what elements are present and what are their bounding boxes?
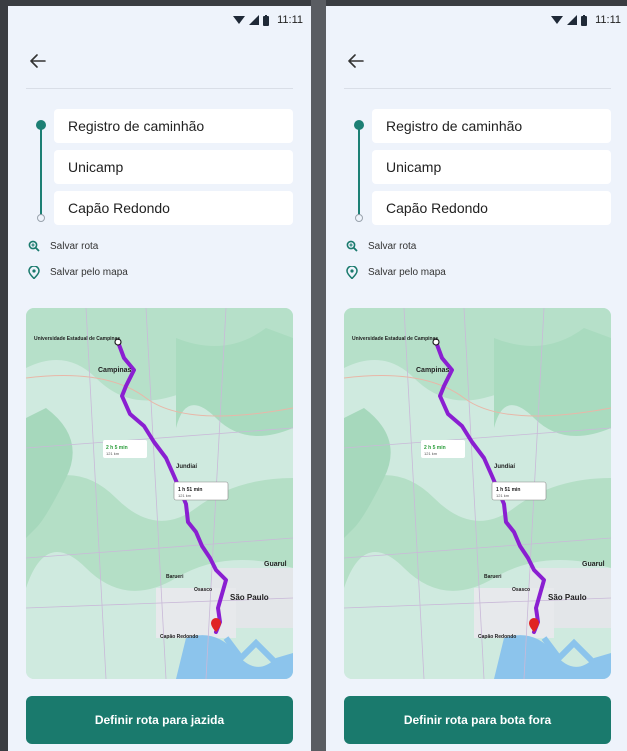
map-label-guarulhos: Guarul [264, 561, 287, 568]
screen-divider [311, 0, 326, 751]
signal-icon [249, 15, 260, 25]
destination-field[interactable]: Capão Redondo [54, 191, 293, 225]
map-canvas: Universidade Estadual de Campinas Campin… [26, 308, 293, 679]
map-label-jundiai: Jundiaí [176, 464, 197, 470]
map-label-campinas: Campinas [416, 367, 450, 374]
route-map[interactable]: Universidade Estadual de Campinas Campin… [344, 308, 611, 679]
origin-field[interactable]: Unicamp [372, 150, 611, 184]
status-time: 11:11 [277, 14, 303, 26]
route-title-field[interactable]: Registro de caminhão [372, 109, 611, 143]
map-label-campinas: Campinas [98, 367, 132, 374]
search-zoom-icon [28, 240, 40, 252]
save-by-map-button[interactable]: Salvar pelo mapa [8, 259, 311, 285]
wifi-icon [233, 15, 246, 25]
destination-field[interactable]: Capão Redondo [372, 191, 611, 225]
map-label-sao-paulo: São Paulo [548, 593, 587, 602]
route-inputs: Registro de caminhão Unicamp Capão Redon… [8, 109, 311, 229]
save-by-map-label: Salvar pelo mapa [368, 266, 446, 278]
route-map[interactable]: Universidade Estadual de Campinas Campin… [26, 308, 293, 679]
status-bar: 11:11 [326, 6, 627, 34]
map-label-capao: Capão Redondo [160, 634, 198, 640]
save-route-label: Salvar rota [50, 240, 99, 252]
map-label-eta2-dist: 121 km [178, 493, 192, 498]
origin-field[interactable]: Unicamp [54, 150, 293, 184]
route-timeline [354, 120, 364, 222]
battery-icon [581, 14, 588, 26]
arrow-left-icon [30, 54, 46, 68]
save-by-map-label: Salvar pelo mapa [50, 266, 128, 278]
map-label-barueri: Barueri [484, 574, 502, 580]
route-inputs: Registro de caminhão Unicamp Capão Redon… [326, 109, 627, 229]
save-by-map-button[interactable]: Salvar pelo mapa [326, 259, 627, 285]
map-label-eta1-dist: 121 km [106, 451, 120, 456]
map-canvas: Universidade Estadual de Campinas Campin… [344, 308, 611, 679]
map-label-osasco: Osasco [512, 587, 530, 593]
map-label-barueri: Barueri [166, 574, 184, 580]
phone-screen-jazida: 11:11 Registro de caminhão Unicamp Capão… [8, 6, 311, 751]
map-label-capao: Capão Redondo [478, 634, 516, 640]
map-label-sao-paulo: São Paulo [230, 593, 269, 602]
route-title-field[interactable]: Registro de caminhão [54, 109, 293, 143]
route-timeline [36, 120, 46, 222]
top-bar [8, 34, 311, 88]
search-zoom-icon [346, 240, 358, 252]
save-route-button[interactable]: Salvar rota [8, 233, 311, 259]
top-bar [326, 34, 627, 88]
status-bar: 11:11 [8, 6, 311, 34]
set-route-bota-fora-button[interactable]: Definir rota para bota fora [344, 696, 611, 744]
map-pin-icon [346, 265, 358, 279]
map-label-jundiai: Jundiaí [494, 464, 515, 470]
status-time: 11:11 [595, 14, 621, 26]
map-label-university: Universidade Estadual de Campinas [352, 336, 438, 342]
battery-icon [263, 14, 270, 26]
arrow-left-icon [348, 54, 364, 68]
save-route-label: Salvar rota [368, 240, 417, 252]
map-label-eta1-dist: 121 km [424, 451, 438, 456]
back-button[interactable] [26, 49, 50, 73]
map-label-university: Universidade Estadual de Campinas [34, 336, 120, 342]
signal-icon [567, 15, 578, 25]
header-divider [26, 88, 293, 89]
map-label-osasco: Osasco [194, 587, 212, 593]
map-label-eta2-dist: 121 km [496, 493, 510, 498]
set-route-jazida-button[interactable]: Definir rota para jazida [26, 696, 293, 744]
phone-screen-bota-fora: 11:11 Registro de caminhão Unicamp Capão… [326, 6, 627, 751]
back-button[interactable] [344, 49, 368, 73]
wifi-icon [551, 15, 564, 25]
map-pin-icon [28, 265, 40, 279]
map-label-guarulhos: Guarul [582, 561, 605, 568]
header-divider [344, 88, 611, 89]
save-route-button[interactable]: Salvar rota [326, 233, 627, 259]
